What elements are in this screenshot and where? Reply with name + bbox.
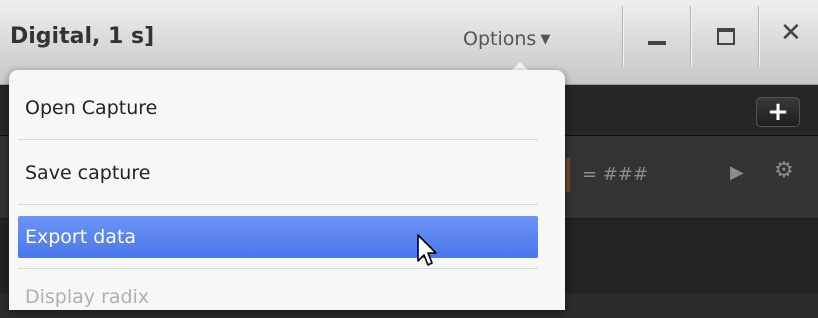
mouse-cursor-icon	[417, 234, 437, 266]
options-menu-button[interactable]: Options ▼	[463, 28, 550, 50]
minimize-icon	[648, 41, 666, 45]
maximize-button[interactable]	[700, 16, 750, 56]
close-icon: ✕	[780, 18, 802, 48]
menu-separator	[18, 139, 538, 140]
gear-icon[interactable]: ⚙	[774, 158, 794, 183]
divider	[690, 6, 691, 66]
menu-item-save-capture[interactable]: Save capture	[18, 152, 538, 194]
divider	[758, 6, 759, 66]
menu-item-export-data[interactable]: Export data	[18, 216, 538, 258]
divider	[622, 6, 623, 66]
channel-color-swatch	[566, 158, 570, 192]
channel-value: = ###	[582, 164, 649, 185]
close-button[interactable]: ✕	[766, 16, 816, 56]
caret-down-icon: ▼	[540, 32, 551, 47]
menu-separator	[18, 268, 538, 269]
play-icon[interactable]: ▶	[730, 162, 744, 183]
menu-item-open-capture[interactable]: Open Capture	[18, 87, 538, 129]
menu-separator	[18, 204, 538, 205]
menu-item-display-radix[interactable]: Display radix	[18, 276, 538, 318]
window-title: Digital, 1 s]	[10, 24, 155, 49]
minimize-button[interactable]	[630, 16, 680, 56]
options-label: Options	[463, 28, 537, 50]
maximize-icon	[717, 28, 735, 45]
add-button[interactable]: +	[756, 97, 800, 127]
